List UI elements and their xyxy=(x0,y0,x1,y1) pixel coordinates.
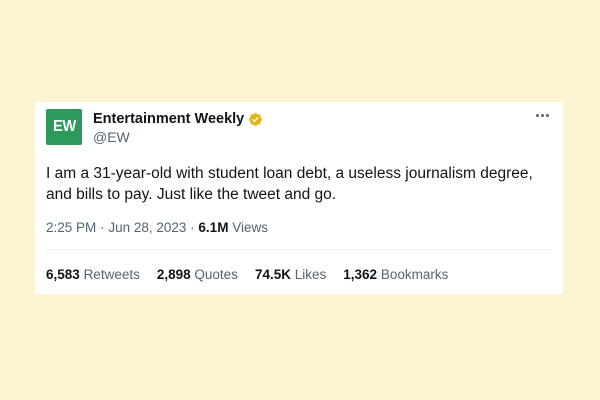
stat-label: Quotes xyxy=(194,267,238,282)
stat-count: 6,583 xyxy=(46,267,80,282)
avatar-logo-text: EW xyxy=(52,118,76,135)
stat-bookmarks[interactable]: 1,362 Bookmarks xyxy=(343,267,448,282)
avatar[interactable]: EW xyxy=(46,109,82,145)
tweet-meta: 2:25 PM · Jun 28, 2023 · 6.1M Views xyxy=(46,220,268,235)
verified-badge-icon xyxy=(249,112,263,126)
tweet-text: I am a 31-year-old with student loan deb… xyxy=(46,165,533,203)
stat-count: 2,898 xyxy=(156,267,191,282)
meta-separator: · xyxy=(100,220,105,235)
tweet-date[interactable]: Jun 28, 2023 xyxy=(108,220,186,235)
stat-retweets[interactable]: 6,583 Retweets xyxy=(46,267,140,282)
views-count: 6.1M xyxy=(198,220,229,235)
author-handle[interactable]: @EW xyxy=(93,129,130,145)
stat-label: Bookmarks xyxy=(380,267,449,282)
tweet-card[interactable]: EW Entertainment Weekly @EW I am a 31-ye… xyxy=(35,102,563,294)
meta-separator: · xyxy=(190,220,195,235)
author-name[interactable]: Entertainment Weekly xyxy=(93,111,244,127)
views-label: Views xyxy=(232,220,268,235)
engagement-stats: 6,583 Retweets 2,898 Quotes 74.5K Likes … xyxy=(46,267,465,282)
tweet-time[interactable]: 2:25 PM xyxy=(46,220,96,235)
more-options-icon[interactable] xyxy=(533,108,551,122)
stat-count: 74.5K xyxy=(254,267,291,282)
stat-label: Likes xyxy=(294,267,327,282)
more-dot xyxy=(535,113,539,117)
divider xyxy=(46,249,552,250)
stat-likes[interactable]: 74.5K Likes xyxy=(255,267,326,282)
page-background: EW Entertainment Weekly @EW I am a 31-ye… xyxy=(0,0,600,400)
author-name-row: Entertainment Weekly xyxy=(93,110,263,128)
stat-quotes[interactable]: 2,898 Quotes xyxy=(157,267,238,282)
stat-count: 1,362 xyxy=(343,267,378,282)
more-dot xyxy=(545,113,549,117)
stat-label: Retweets xyxy=(83,267,140,282)
more-dot xyxy=(540,113,544,117)
